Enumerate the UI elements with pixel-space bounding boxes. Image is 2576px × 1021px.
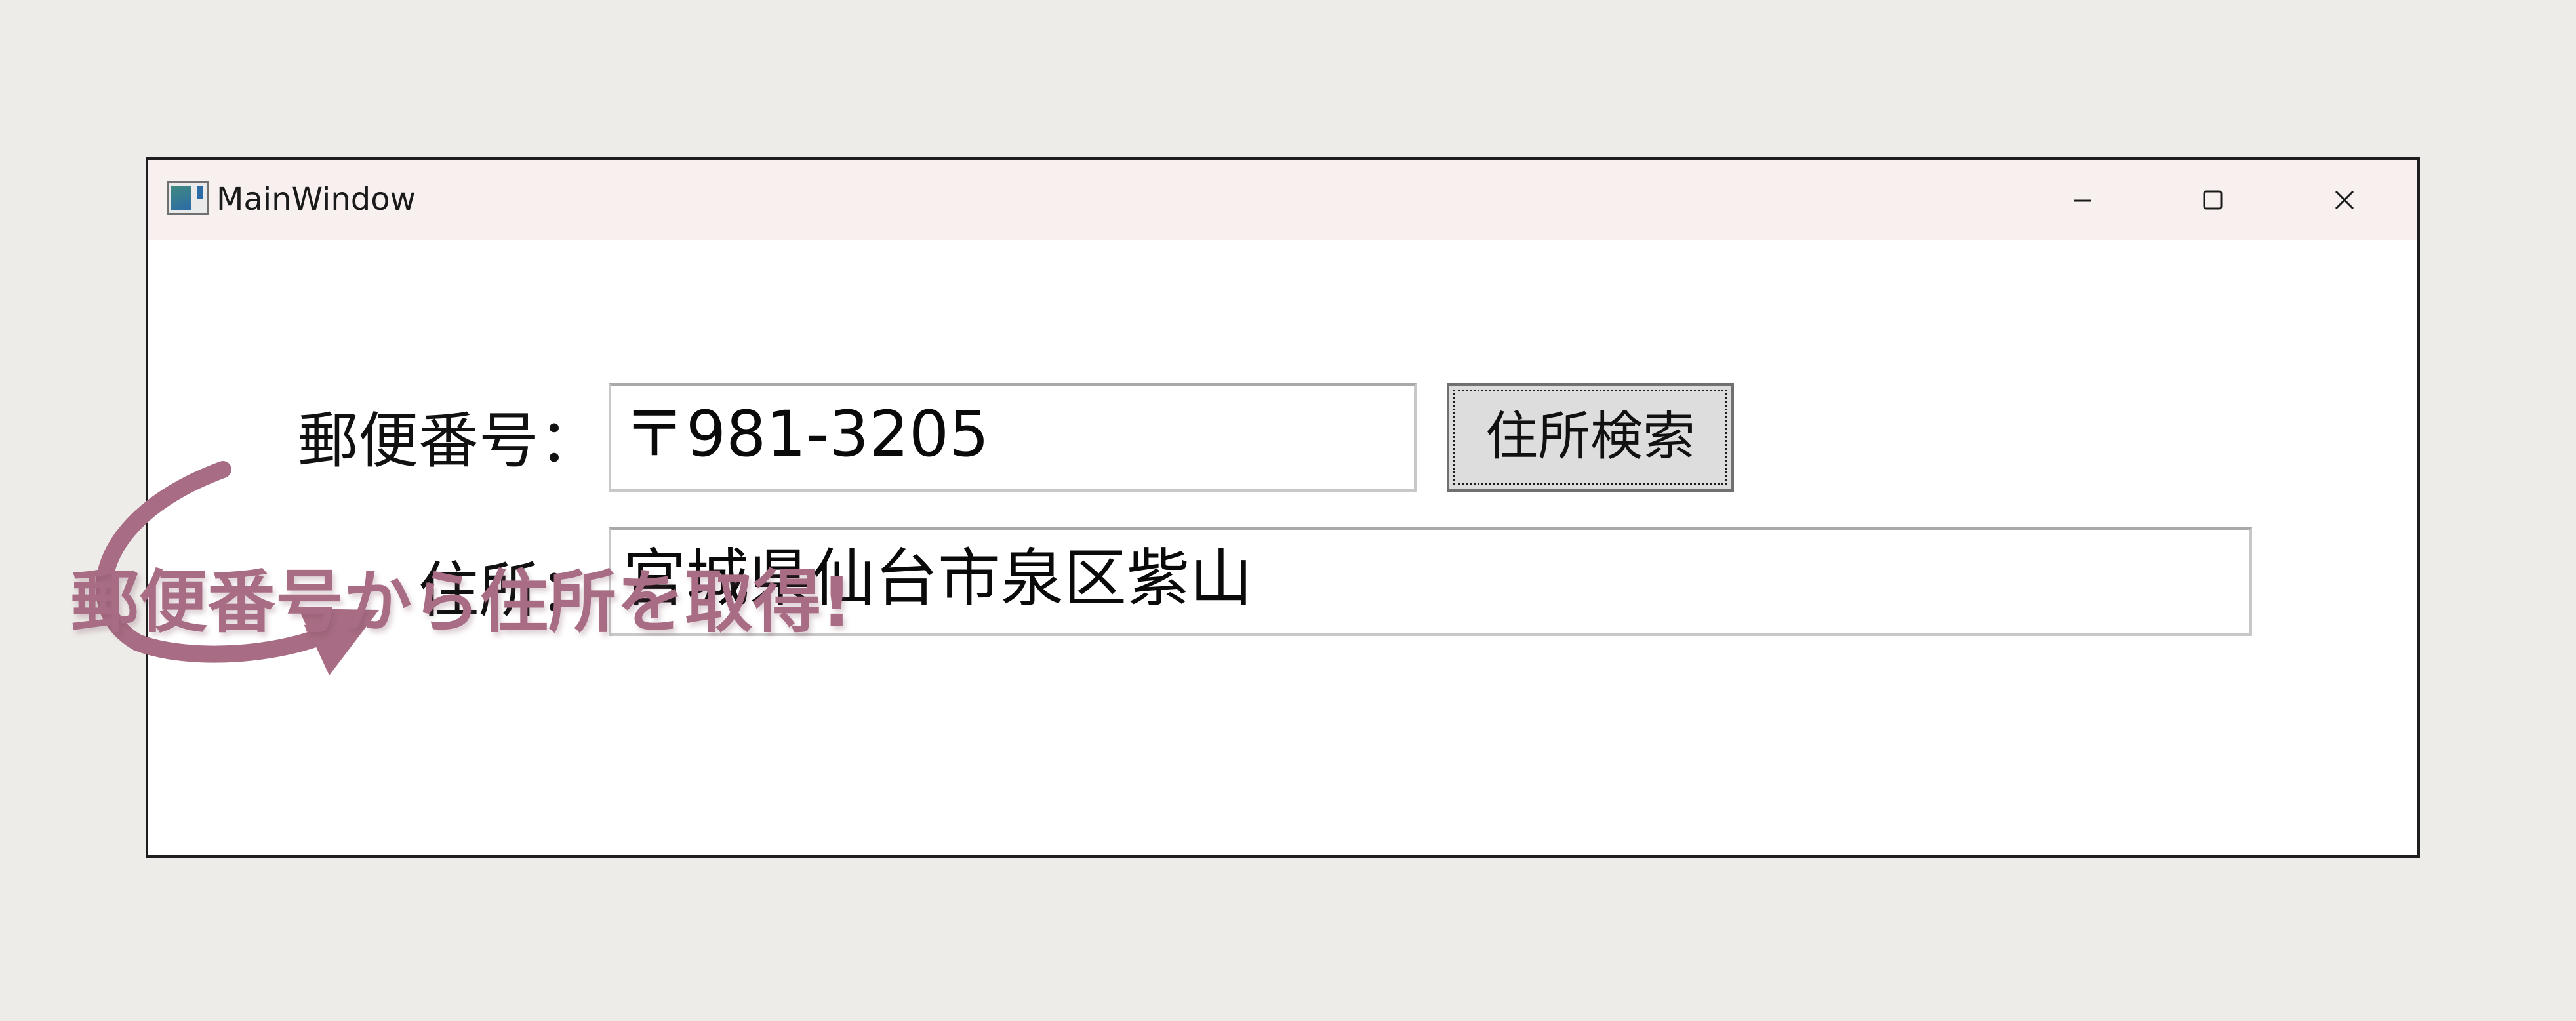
close-icon [2335,190,2354,210]
minimize-icon [2074,199,2091,202]
address-search-button-label: 住所検索 [1485,406,1695,467]
title-bar[interactable]: MainWindow [148,160,2417,240]
annotation-caption: 郵便番号から住所を取得! [71,562,853,642]
maximize-button[interactable] [2167,165,2259,233]
postal-code-input[interactable]: 〒981-3205 [609,383,1417,492]
address-input[interactable]: 宮城県仙台市泉区紫山 [609,527,2252,636]
main-window: MainWindow 郵便番号： 〒981-3205 住所検索 住所： 宮城県仙… [146,157,2420,858]
address-search-button[interactable]: 住所検索 [1447,383,1734,492]
minimize-button[interactable] [2036,165,2127,233]
close-button[interactable] [2299,165,2391,233]
maximize-icon [2203,190,2223,210]
